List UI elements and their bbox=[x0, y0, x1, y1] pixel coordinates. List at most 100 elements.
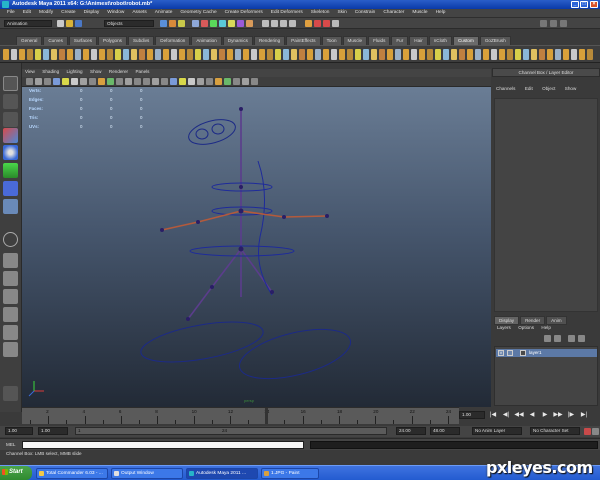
play-backwards-button[interactable]: ◀ bbox=[527, 410, 537, 420]
render-frame-icon[interactable] bbox=[314, 20, 321, 27]
anim-layer-dropdown[interactable]: No Anim Layer bbox=[472, 427, 522, 435]
panel-toolbar-icon[interactable] bbox=[35, 78, 42, 85]
step-forward-key-button[interactable]: |▶ bbox=[566, 410, 576, 420]
shelf-tool-icon[interactable] bbox=[515, 49, 521, 60]
animation-start-field[interactable]: 1.00 bbox=[5, 427, 33, 435]
shelf-tool-icon[interactable] bbox=[123, 49, 129, 60]
layout-two-stacked-icon[interactable] bbox=[3, 307, 18, 322]
panel-toolbar-icon[interactable] bbox=[44, 78, 51, 85]
select-hierarchy-icon[interactable] bbox=[160, 20, 167, 27]
mask-handles-icon[interactable] bbox=[192, 20, 199, 27]
panel-menu-view[interactable]: View bbox=[22, 69, 38, 74]
arm-joints[interactable] bbox=[161, 210, 328, 231]
tab-painteffects[interactable]: PaintEffects bbox=[286, 36, 321, 45]
selection-mask-dropdown[interactable]: Objects bbox=[104, 20, 154, 27]
panel-toolbar-icon[interactable] bbox=[242, 78, 249, 85]
panel-menu-panels[interactable]: Panels bbox=[132, 69, 152, 74]
move-tool-icon[interactable] bbox=[3, 128, 18, 143]
shelf-tool-icon[interactable] bbox=[139, 49, 145, 60]
menu-muscle[interactable]: Muscle bbox=[408, 9, 431, 17]
tab-animation[interactable]: Animation bbox=[191, 36, 222, 45]
shelf-tool-icon[interactable] bbox=[259, 49, 265, 60]
maximize-button[interactable]: □ bbox=[580, 1, 588, 8]
shelf-tool-icon[interactable] bbox=[395, 49, 401, 60]
tab-gozbrush[interactable]: GoZBrush bbox=[479, 36, 511, 45]
toggle-attribute-editor-icon[interactable] bbox=[540, 20, 547, 27]
shelf-tool-icon[interactable] bbox=[267, 49, 273, 60]
tab-toon[interactable]: Toon bbox=[321, 36, 342, 45]
panel-toolbar-icon[interactable] bbox=[134, 78, 141, 85]
shelf-tool-icon[interactable] bbox=[491, 49, 497, 60]
shelf-tool-icon[interactable] bbox=[187, 49, 193, 60]
shelf-tool-icon[interactable] bbox=[563, 49, 569, 60]
channel-box-body[interactable] bbox=[494, 98, 598, 312]
command-input[interactable] bbox=[22, 441, 304, 449]
panel-toolbar-icon[interactable] bbox=[188, 78, 195, 85]
shelf-tool-icon[interactable] bbox=[27, 49, 33, 60]
paint-select-tool-icon[interactable] bbox=[3, 112, 18, 127]
panel-toolbar-icon[interactable] bbox=[62, 78, 69, 85]
taskbar-button-maya[interactable]: Autodesk Maya 2011 ... bbox=[186, 468, 258, 479]
shelf-tool-icon[interactable] bbox=[227, 49, 233, 60]
panel-toolbar-icon[interactable] bbox=[251, 78, 258, 85]
torso-ring-control[interactable] bbox=[189, 160, 295, 296]
head-control-curve[interactable] bbox=[186, 115, 238, 149]
shelf-tool-icon[interactable] bbox=[75, 49, 81, 60]
select-tool-icon[interactable] bbox=[3, 76, 18, 91]
shelf-tool-icon[interactable] bbox=[243, 49, 249, 60]
menu-animate[interactable]: Animate bbox=[151, 9, 177, 17]
menu-skeleton[interactable]: Skeleton bbox=[307, 9, 334, 17]
shelf-tool-icon[interactable] bbox=[555, 49, 561, 60]
shelf-tool-icon[interactable] bbox=[355, 49, 361, 60]
shelf-tool-icon[interactable] bbox=[379, 49, 385, 60]
shelf-tool-icon[interactable] bbox=[179, 49, 185, 60]
mask-dynamics-icon[interactable] bbox=[237, 20, 244, 27]
shelf-tool-icon[interactable] bbox=[3, 49, 9, 60]
shelf-tool-icon[interactable] bbox=[43, 49, 49, 60]
tab-dynamics[interactable]: Dynamics bbox=[222, 36, 253, 45]
mask-curves-icon[interactable] bbox=[210, 20, 217, 27]
perspective-viewport[interactable]: Verts: Edges: Faces: Tris: UVs: 0 0 0 0 … bbox=[22, 87, 491, 407]
scale-tool-icon[interactable] bbox=[3, 163, 18, 178]
shelf-tool-icon[interactable] bbox=[115, 49, 121, 60]
panel-toolbar-icon[interactable] bbox=[224, 78, 231, 85]
menu-modify[interactable]: Modify bbox=[35, 9, 57, 17]
panel-toolbar-icon[interactable] bbox=[161, 78, 168, 85]
shelf-tool-icon[interactable] bbox=[523, 49, 529, 60]
panel-toolbar-icon[interactable] bbox=[170, 78, 177, 85]
shelf-tool-icon[interactable] bbox=[219, 49, 225, 60]
move-layer-up-icon[interactable] bbox=[544, 335, 551, 342]
mask-deformations-icon[interactable] bbox=[228, 20, 235, 27]
shelf-tool-icon[interactable] bbox=[411, 49, 417, 60]
panel-toolbar-icon[interactable] bbox=[215, 78, 222, 85]
command-language-label[interactable]: MEL bbox=[6, 442, 15, 447]
start-button[interactable]: Start bbox=[0, 466, 32, 480]
shelf-tool-icon[interactable] bbox=[475, 49, 481, 60]
toggle-tool-settings-icon[interactable] bbox=[550, 20, 557, 27]
tab-deformation[interactable]: Deformation bbox=[155, 36, 191, 45]
shelf-tool-icon[interactable] bbox=[467, 49, 473, 60]
shelf-tool-icon[interactable] bbox=[155, 49, 161, 60]
shelf-tool-icon[interactable] bbox=[435, 49, 441, 60]
playback-end-field[interactable]: 24.00 bbox=[396, 427, 426, 435]
menu-file[interactable]: File bbox=[3, 9, 19, 17]
panel-toolbar-icon[interactable] bbox=[197, 78, 204, 85]
shelf-tool-icon[interactable] bbox=[251, 49, 257, 60]
tab-muscle[interactable]: Muscle bbox=[342, 36, 368, 45]
shelf-tool-icon[interactable] bbox=[211, 49, 217, 60]
layer-color-swatch[interactable] bbox=[520, 350, 526, 356]
panel-toolbar-icon[interactable] bbox=[116, 78, 123, 85]
shelf-tool-icon[interactable] bbox=[275, 49, 281, 60]
range-slider-max[interactable]: 24 bbox=[222, 428, 227, 434]
new-layer-from-selection-icon[interactable] bbox=[578, 335, 585, 342]
shelf-tool-icon[interactable] bbox=[403, 49, 409, 60]
panel-toolbar-icon[interactable] bbox=[107, 78, 114, 85]
shelf-tool-icon[interactable] bbox=[59, 49, 65, 60]
shelf-tool-icon[interactable] bbox=[339, 49, 345, 60]
shelf-tool-icon[interactable] bbox=[195, 49, 201, 60]
ipr-render-icon[interactable] bbox=[323, 20, 330, 27]
playback-start-field[interactable]: 1.00 bbox=[38, 427, 68, 435]
soft-modification-icon[interactable] bbox=[3, 199, 18, 214]
new-scene-icon[interactable] bbox=[57, 20, 64, 27]
tab-general[interactable]: General bbox=[16, 36, 43, 45]
